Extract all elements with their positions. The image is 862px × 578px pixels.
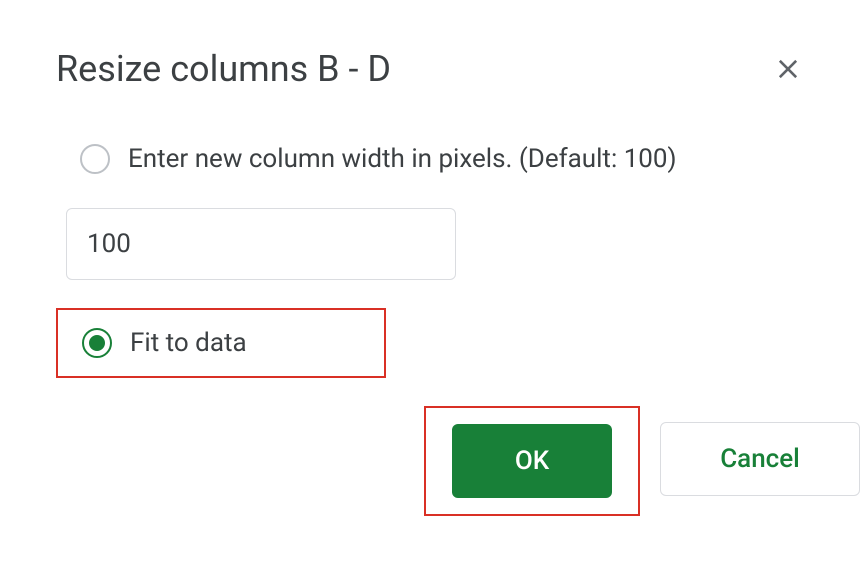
resize-columns-dialog: Resize columns B - D Enter new column wi…: [0, 0, 862, 564]
cancel-button[interactable]: Cancel: [660, 422, 860, 496]
width-input-wrap: [66, 208, 806, 280]
option-fit-to-data[interactable]: Fit to data: [56, 308, 386, 378]
option-enter-width[interactable]: Enter new column width in pixels. (Defau…: [56, 138, 806, 180]
close-icon: [774, 55, 802, 83]
dialog-header: Resize columns B - D: [56, 48, 806, 90]
column-width-input[interactable]: [66, 208, 456, 280]
option-enter-width-label: Enter new column width in pixels. (Defau…: [128, 144, 677, 174]
ok-button[interactable]: OK: [452, 424, 612, 498]
radio-enter-width[interactable]: [80, 144, 110, 174]
dialog-buttons: OK Cancel: [424, 406, 806, 516]
dialog-title: Resize columns B - D: [56, 48, 391, 90]
ok-button-highlight: OK: [424, 406, 640, 516]
radio-fit-to-data[interactable]: [82, 328, 112, 358]
option-fit-to-data-label: Fit to data: [130, 328, 247, 358]
close-button[interactable]: [770, 51, 806, 87]
